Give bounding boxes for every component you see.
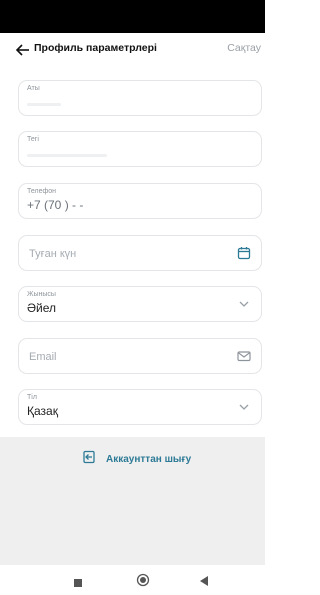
circle-icon[interactable] (136, 573, 150, 592)
email-placeholder: Email (29, 351, 57, 363)
gender-value: Әйел (27, 301, 57, 315)
last-name-label: Тегі (27, 136, 39, 143)
chevron-down-icon (237, 400, 251, 414)
phone-value: +7 (70 ) - - (27, 198, 84, 212)
system-nav-bar (0, 565, 265, 595)
language-label: Тіл (27, 394, 37, 401)
gender-label: Жынысы (27, 291, 56, 298)
redacted-value (27, 103, 61, 106)
last-name-field[interactable]: Тегі (18, 131, 262, 167)
save-button[interactable]: Сақтау (227, 42, 261, 54)
phone-label: Телефон (27, 188, 57, 195)
gender-select[interactable]: Жынысы Әйел (18, 286, 262, 322)
footer-area: Аккаунттан шығу (0, 437, 265, 565)
language-select[interactable]: Тіл Қазақ (18, 389, 262, 425)
birth-date-field[interactable]: Туған күн (18, 235, 262, 271)
redacted-value (27, 154, 107, 157)
calendar-icon[interactable] (237, 246, 251, 260)
first-name-field[interactable]: Аты (18, 80, 262, 116)
logout-button[interactable]: Аккаунттан шығу (82, 450, 191, 469)
chevron-down-icon (237, 297, 251, 311)
header: Профиль параметрлері Сақтау (0, 33, 265, 67)
language-value: Қазақ (27, 404, 58, 418)
logout-icon (82, 450, 96, 469)
square-icon[interactable] (73, 575, 83, 593)
status-bar (0, 0, 265, 33)
envelope-icon (237, 349, 251, 363)
back-arrow-icon[interactable] (15, 42, 31, 58)
logout-label: Аккаунттан шығу (106, 454, 192, 465)
page-title: Профиль параметрлері (34, 42, 157, 54)
email-field[interactable]: Email (18, 338, 262, 374)
phone-field[interactable]: Телефон +7 (70 ) - - (18, 183, 262, 219)
back-triangle-icon[interactable] (198, 574, 210, 592)
birth-date-placeholder: Туған күн (29, 248, 77, 260)
first-name-label: Аты (27, 85, 40, 92)
